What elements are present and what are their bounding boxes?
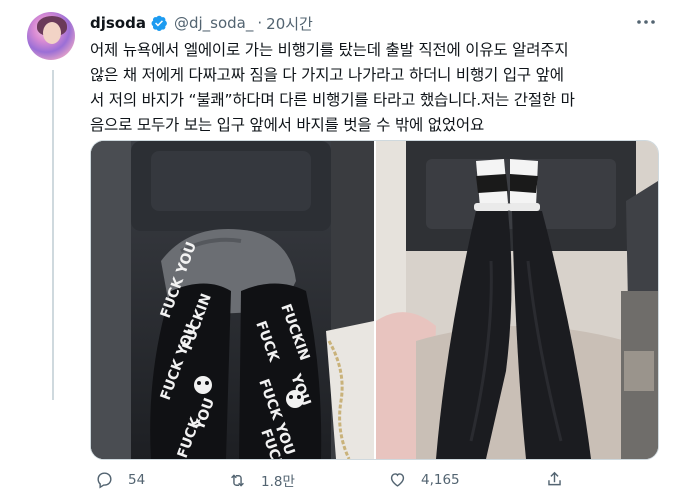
separator-dot: ·: [257, 14, 263, 32]
avatar[interactable]: [27, 12, 75, 60]
timestamp[interactable]: 20시간: [266, 13, 313, 34]
display-name[interactable]: djsoda: [90, 14, 146, 32]
photo-right[interactable]: [376, 141, 658, 459]
retweet-count: 1.8만: [261, 474, 295, 490]
avatar-face: [43, 22, 61, 44]
reply-icon: [97, 472, 112, 489]
tweet-media: FUCK YOU FUCKIN FUCK YOU YOU FUCK FUCK F…: [90, 140, 659, 460]
tweet-text-line: 않은 채 저에게 다짜고짜 짐을 다 가지고 나가라고 하더니 비행기 입구 앞…: [90, 66, 564, 84]
photo-left-illustration: FUCK YOU FUCKIN FUCK YOU YOU FUCK FUCK F…: [91, 141, 374, 459]
photo-right-illustration: [376, 141, 658, 459]
like-button[interactable]: 4,165: [388, 470, 460, 489]
reply-count: 54: [128, 471, 146, 488]
tweet-actions: 54 1.8만 4,165: [90, 466, 590, 498]
retweet-icon: [231, 473, 244, 487]
tweet-header: djsoda @dj_soda_ · 20시간: [90, 12, 313, 34]
reply-button[interactable]: 54: [95, 470, 145, 489]
verified-badge-icon: [151, 15, 167, 32]
share-button[interactable]: [545, 470, 564, 489]
photo-left[interactable]: FUCK YOU FUCKIN FUCK YOU YOU FUCK FUCK F…: [91, 141, 374, 459]
heart-icon: [390, 473, 405, 487]
user-handle[interactable]: @dj_soda_: [174, 14, 253, 32]
retweet-button[interactable]: 1.8만: [228, 470, 295, 490]
tweet-text-line: 어제 뉴욕에서 엘에이로 가는 비행기를 탔는데 출발 직전에 이유도 알려주지: [90, 41, 569, 59]
tweet-text-line: 음으로 모두가 보는 입구 앞에서 바지를 벗을 수 밖에 없었어요: [90, 116, 485, 134]
tweet-text: 어제 뉴욕에서 엘에이로 가는 비행기를 탔는데 출발 직전에 이유도 알려주지…: [90, 38, 660, 138]
share-icon: [548, 471, 561, 486]
more-options-icon[interactable]: [634, 12, 658, 32]
like-count: 4,165: [421, 471, 460, 488]
tweet-text-line: 서 저의 바지가 “불쾌”하다며 다른 비행기를 타라고 했습니다.저는 간절한…: [90, 91, 575, 109]
thread-line: [52, 70, 54, 400]
